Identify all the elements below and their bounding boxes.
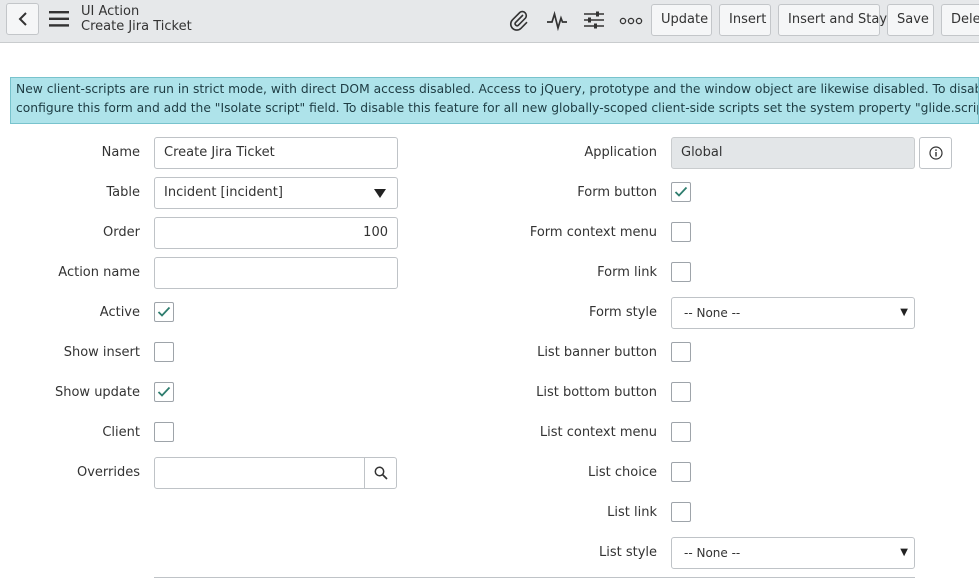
list-banner-button-checkbox[interactable]	[671, 342, 691, 362]
form-style-label: Form style	[588, 305, 657, 320]
checkmark-icon	[674, 186, 688, 197]
alert-line-1: New client-scripts are run in strict mod…	[16, 82, 978, 96]
list-style-label: List style	[598, 545, 657, 560]
action-name-label: Action name	[58, 265, 140, 280]
list-banner-button-label: List banner button	[537, 345, 657, 360]
action-name-input[interactable]	[154, 257, 398, 289]
form-style-select[interactable]: -- None -- ▼	[671, 297, 915, 329]
list-choice-label: List choice	[588, 465, 657, 480]
sliders-icon	[584, 11, 604, 29]
form-header: UI Action Create Jira Ticket Update Inse…	[0, 0, 979, 43]
show-update-label: Show update	[54, 385, 140, 400]
list-style-select[interactable]: -- None -- ▼	[671, 537, 915, 569]
caret-down-icon: ▼	[900, 307, 908, 318]
attachment-button[interactable]	[507, 8, 531, 32]
list-choice-checkbox[interactable]	[671, 462, 691, 482]
hamburger-menu-icon[interactable]	[49, 10, 71, 28]
application-info-button[interactable]	[919, 137, 952, 169]
form-button-label: Form button	[577, 185, 657, 200]
save-button[interactable]: Save	[887, 4, 934, 36]
dropdown-triangle-icon	[374, 189, 386, 198]
caret-down-icon: ▼	[900, 547, 908, 558]
name-input[interactable]: Create Jira Ticket	[154, 137, 398, 169]
paperclip-icon	[510, 10, 528, 31]
search-icon	[374, 466, 388, 480]
record-type: UI Action	[81, 4, 140, 19]
more-options-button[interactable]	[619, 8, 643, 32]
alert-line-2: configure this form and add the "Isolate…	[16, 101, 978, 115]
name-label: Name	[101, 145, 140, 160]
order-label: Order	[103, 225, 140, 240]
list-style-value: -- None --	[684, 546, 741, 560]
record-title: UI Action Create Jira Ticket	[81, 4, 192, 34]
form-style-value: -- None --	[684, 306, 741, 320]
overrides-label: Overrides	[76, 465, 140, 480]
show-insert-checkbox[interactable]	[154, 342, 174, 362]
active-checkbox[interactable]	[154, 302, 174, 322]
show-insert-label: Show insert	[63, 345, 140, 360]
personalize-form-button[interactable]	[582, 8, 606, 32]
activity-button[interactable]	[545, 8, 569, 32]
table-label: Table	[106, 185, 140, 200]
list-context-menu-checkbox[interactable]	[671, 422, 691, 442]
order-input[interactable]: 100	[154, 217, 398, 249]
client-label: Client	[102, 425, 140, 440]
update-button[interactable]: Update	[651, 4, 712, 36]
insert-button[interactable]: Insert	[719, 4, 771, 36]
strict-mode-alert: New client-scripts are run in strict mod…	[10, 77, 979, 124]
overrides-input[interactable]	[154, 457, 365, 489]
form-link-label: Form link	[597, 265, 657, 280]
back-icon	[18, 12, 27, 26]
list-link-checkbox[interactable]	[671, 502, 691, 522]
list-context-menu-label: List context menu	[539, 425, 657, 440]
record-name: Create Jira Ticket	[81, 19, 192, 34]
list-bottom-button-label: List bottom button	[536, 385, 657, 400]
info-icon	[928, 146, 943, 160]
list-link-label: List link	[607, 505, 657, 520]
checkmark-icon	[157, 386, 171, 397]
form-context-menu-label: Form context menu	[529, 225, 657, 240]
table-value: Incident [incident]	[164, 185, 283, 200]
checkmark-icon	[157, 306, 171, 317]
insert-and-stay-button[interactable]: Insert and Stay	[778, 4, 887, 36]
back-button[interactable]	[6, 3, 39, 35]
client-checkbox[interactable]	[154, 422, 174, 442]
application-input: Global	[671, 137, 915, 169]
overrides-lookup-button[interactable]	[364, 457, 397, 489]
activity-pulse-icon	[547, 10, 567, 31]
more-options-icon	[619, 17, 643, 25]
form-link-checkbox[interactable]	[671, 262, 691, 282]
delete-button[interactable]: Delet	[941, 4, 979, 36]
list-bottom-button-checkbox[interactable]	[671, 382, 691, 402]
form-context-menu-checkbox[interactable]	[671, 222, 691, 242]
show-update-checkbox[interactable]	[154, 382, 174, 402]
table-select[interactable]: Incident [incident]	[154, 177, 398, 209]
application-label: Application	[584, 145, 657, 160]
active-label: Active	[99, 305, 140, 320]
form-button-checkbox[interactable]	[671, 182, 691, 202]
